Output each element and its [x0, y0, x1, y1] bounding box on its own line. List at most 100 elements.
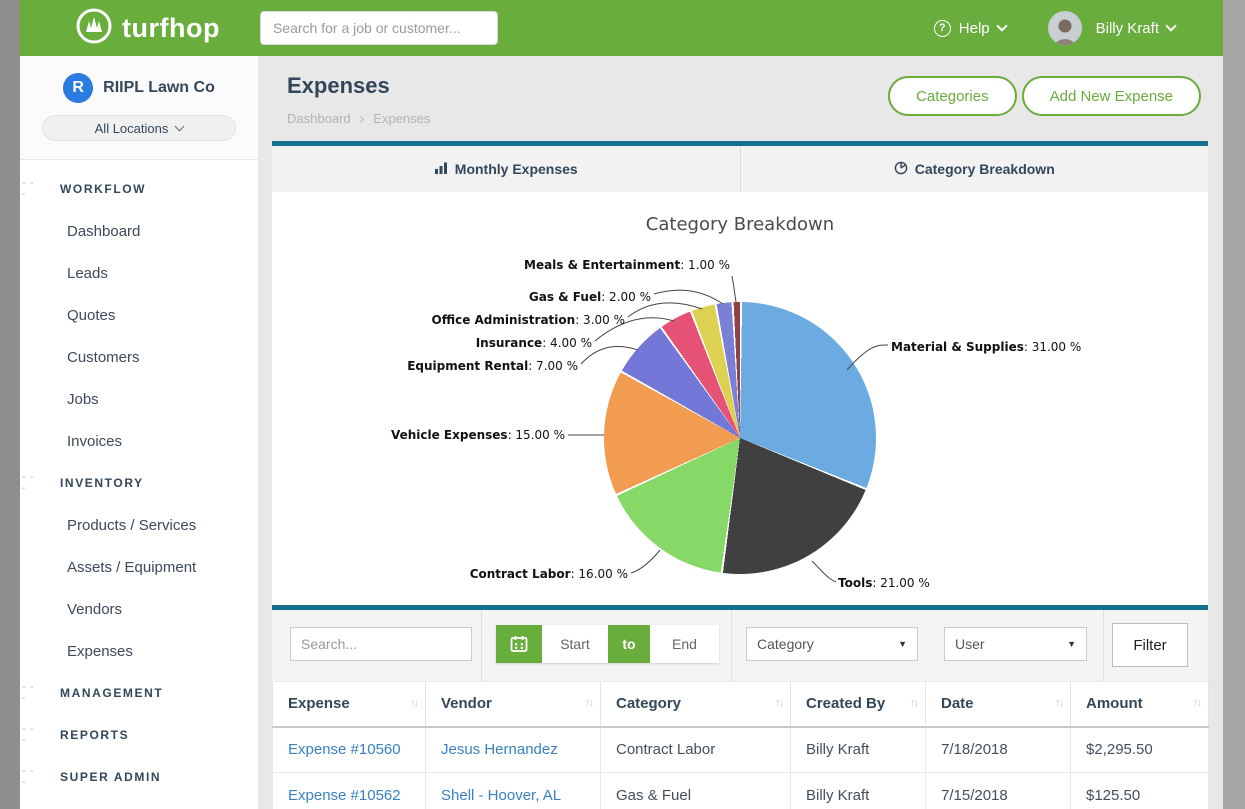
sidebar-nav: - - - WORKFLOW Dashboard Leads Quotes Cu… — [20, 160, 258, 798]
date-cell: 7/15/2018 — [926, 773, 1071, 809]
nav-section-inventory: - - - INVENTORY — [20, 462, 258, 504]
pie-label-tools: Tools: 21.00 % — [838, 574, 930, 592]
pie-label-material-supplies: Material & Supplies: 31.00 % — [891, 338, 1081, 356]
created-by-cell: Billy Kraft — [791, 773, 926, 809]
bar-chart-icon — [434, 161, 448, 178]
col-header-vendor[interactable]: Vendor↑↓ — [426, 682, 601, 727]
company-logo: R — [63, 73, 93, 103]
sidebar-item-invoices[interactable]: Invoices — [20, 420, 258, 462]
brand-name: turfhop — [122, 13, 220, 44]
sidebar-item-expenses[interactable]: Expenses — [20, 630, 258, 672]
col-header-created-by[interactable]: Created By↑↓ — [791, 682, 926, 727]
divider — [1103, 610, 1104, 681]
pie-chart — [604, 302, 876, 574]
sidebar-company-block: R RIIPL Lawn Co All Locations — [20, 56, 258, 160]
expenses-panel: Monthly Expenses Category Breakdown Cate… — [272, 141, 1208, 809]
col-header-expense[interactable]: Expense↑↓ — [273, 682, 426, 727]
sidebar-item-vendors[interactable]: Vendors — [20, 588, 258, 630]
sort-icon[interactable]: ↑↓ — [910, 697, 917, 709]
section-dash-icon: - - - — [22, 724, 42, 746]
main-content: Expenses Dashboard › Expenses Categories… — [258, 56, 1223, 809]
sidebar-item-assets-equipment[interactable]: Assets / Equipment — [20, 546, 258, 588]
vendor-link[interactable]: Jesus Hernandez — [441, 741, 558, 758]
scrollbar-track[interactable] — [1223, 0, 1245, 809]
table-header-row: Expense↑↓ Vendor↑↓ Category↑↓ Created By… — [273, 682, 1209, 727]
sidebar-item-dashboard[interactable]: Dashboard — [20, 210, 258, 252]
categories-button[interactable]: Categories — [888, 76, 1017, 116]
chevron-down-icon — [996, 20, 1007, 31]
pie-label-equipment-rental: Equipment Rental: 7.00 % — [407, 357, 578, 375]
amount-cell: $2,295.50 — [1071, 727, 1209, 773]
date-cell: 7/18/2018 — [926, 727, 1071, 773]
expense-link[interactable]: Expense #10562 — [288, 787, 401, 804]
table-row: Expense #10562 Shell - Hoover, AL Gas & … — [273, 773, 1209, 809]
nav-section-super-admin[interactable]: - - - SUPER ADMIN — [20, 756, 258, 798]
nav-section-management[interactable]: - - - MANAGEMENT — [20, 672, 258, 714]
user-name: Billy Kraft — [1096, 20, 1159, 37]
user-menu[interactable]: Billy Kraft — [1096, 20, 1175, 37]
table-search-input[interactable] — [290, 627, 472, 661]
col-header-category[interactable]: Category↑↓ — [601, 682, 791, 727]
tab-category-breakdown[interactable]: Category Breakdown — [740, 146, 1209, 192]
filter-button[interactable]: Filter — [1112, 623, 1188, 667]
vendor-link[interactable]: Shell - Hoover, AL — [441, 787, 561, 804]
sidebar-item-jobs[interactable]: Jobs — [20, 378, 258, 420]
sort-icon[interactable]: ↑↓ — [1193, 697, 1200, 709]
sort-icon[interactable]: ↑↓ — [1055, 697, 1062, 709]
expenses-table: Expense↑↓ Vendor↑↓ Category↑↓ Created By… — [272, 681, 1209, 809]
col-header-amount[interactable]: Amount↑↓ — [1071, 682, 1209, 727]
pie-label-gas-fuel: Gas & Fuel: 2.00 % — [529, 288, 651, 306]
divider — [481, 610, 482, 681]
location-selector[interactable]: All Locations — [42, 115, 236, 141]
chevron-down-icon — [175, 122, 185, 132]
help-icon: ? — [934, 20, 951, 37]
window-margin-left — [0, 0, 20, 809]
chevron-down-icon — [1165, 20, 1176, 31]
category-breakdown-chart: Category Breakdown Materia — [272, 192, 1208, 605]
created-by-cell: Billy Kraft — [791, 727, 926, 773]
col-header-date[interactable]: Date↑↓ — [926, 682, 1071, 727]
sidebar-item-products-services[interactable]: Products / Services — [20, 504, 258, 546]
breadcrumb-expenses[interactable]: Expenses — [373, 111, 430, 126]
breadcrumb-dashboard[interactable]: Dashboard — [287, 111, 351, 126]
date-end-input[interactable] — [650, 625, 719, 663]
sidebar-item-leads[interactable]: Leads — [20, 252, 258, 294]
sidebar-item-quotes[interactable]: Quotes — [20, 294, 258, 336]
category-select[interactable]: Category ▼ — [746, 627, 918, 661]
user-avatar[interactable] — [1048, 11, 1082, 45]
user-select[interactable]: User ▼ — [944, 627, 1087, 661]
expense-link[interactable]: Expense #10560 — [288, 741, 401, 758]
help-menu[interactable]: ? Help — [934, 20, 1006, 37]
chart-title: Category Breakdown — [272, 214, 1208, 235]
category-cell: Contract Labor — [601, 727, 791, 773]
sidebar-item-customers[interactable]: Customers — [20, 336, 258, 378]
sidebar: R RIIPL Lawn Co All Locations - - - WORK… — [20, 56, 258, 809]
pie-label-contract-labor: Contract Labor: 16.00 % — [470, 565, 628, 583]
caret-down-icon: ▼ — [1067, 639, 1076, 649]
filter-bar: to Category ▼ User ▼ Filter — [272, 610, 1208, 681]
breadcrumb-separator-icon: › — [360, 110, 365, 126]
category-cell: Gas & Fuel — [601, 773, 791, 809]
date-start-input[interactable] — [542, 625, 608, 663]
nav-section-reports[interactable]: - - - REPORTS — [20, 714, 258, 756]
add-new-expense-button[interactable]: Add New Expense — [1022, 76, 1201, 116]
caret-down-icon: ▼ — [898, 639, 907, 649]
calendar-icon[interactable] — [496, 625, 542, 663]
section-dash-icon: - - - — [22, 682, 42, 704]
app-window: turfhop ? Help Billy Kraft — [0, 0, 1245, 809]
pie-label-vehicle-expenses: Vehicle Expenses: 15.00 % — [391, 426, 565, 444]
table-row: Expense #10560 Jesus Hernandez Contract … — [273, 727, 1209, 773]
nav-section-workflow: - - - WORKFLOW — [20, 168, 258, 210]
global-search-input[interactable] — [260, 11, 498, 45]
turfhop-grass-icon — [75, 7, 113, 50]
sort-icon[interactable]: ↑↓ — [410, 697, 417, 709]
top-header: turfhop ? Help Billy Kraft — [20, 0, 1223, 56]
sort-icon[interactable]: ↑↓ — [775, 697, 782, 709]
company-name: RIIPL Lawn Co — [103, 79, 215, 97]
pie-label-insurance: Insurance: 4.00 % — [476, 334, 592, 352]
tab-monthly-expenses[interactable]: Monthly Expenses — [272, 146, 740, 192]
chart-tabs: Monthly Expenses Category Breakdown — [272, 146, 1208, 192]
divider — [731, 610, 732, 681]
brand-logo[interactable]: turfhop — [75, 7, 220, 50]
sort-icon[interactable]: ↑↓ — [585, 697, 592, 709]
